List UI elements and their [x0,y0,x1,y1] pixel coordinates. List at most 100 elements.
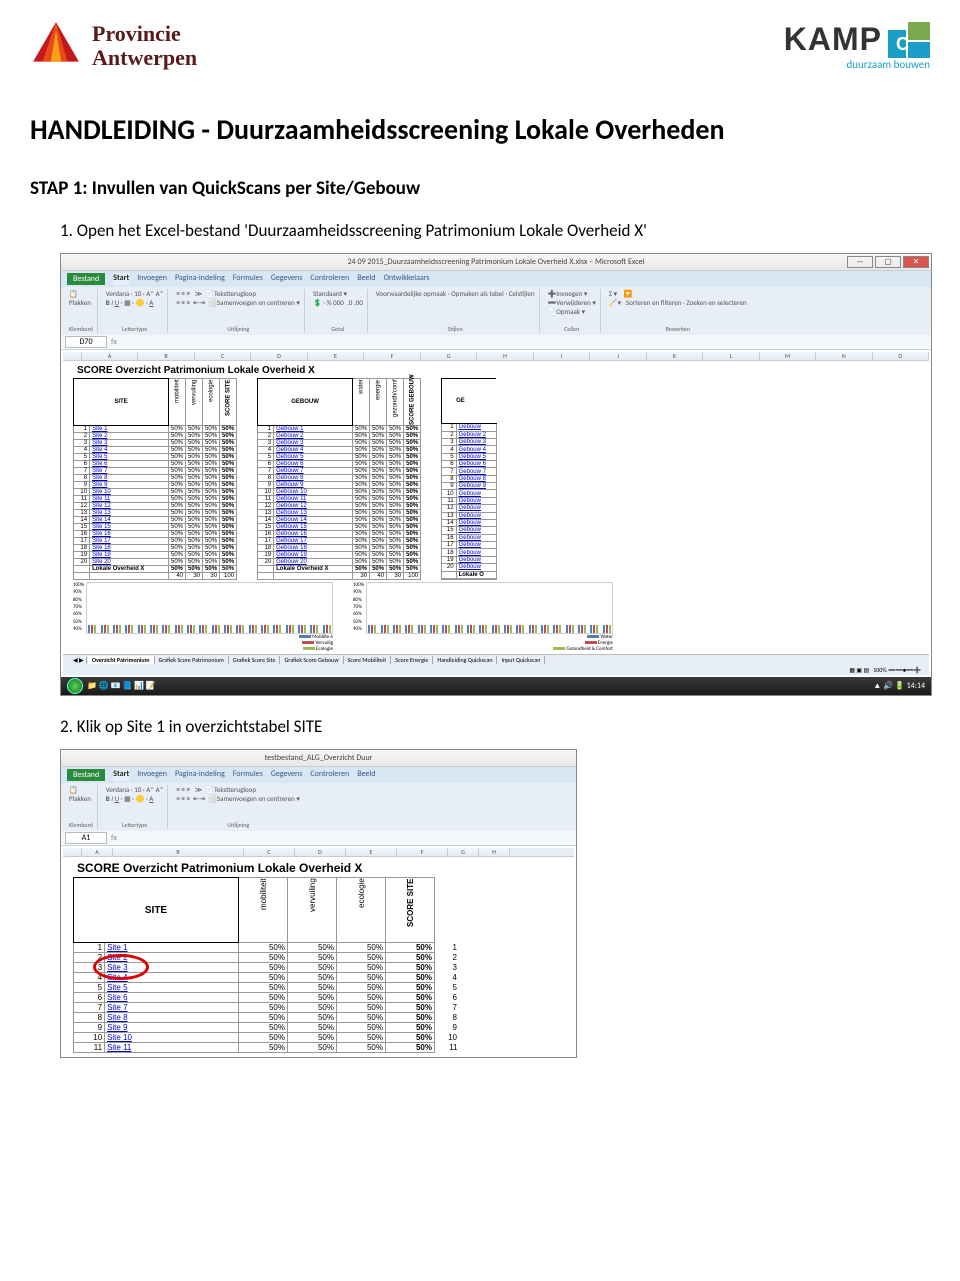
ribbon-tab-start[interactable]: Start [113,273,129,285]
table-row[interactable]: 18Gebouw [442,549,497,556]
ribbon-tabs-2[interactable]: BestandStartInvoegenPagina-indelingFormu… [61,767,577,783]
table-row[interactable]: 11Gebouw [442,497,497,504]
ribbon-group-edit[interactable]: Σ ▾ 🔽🧹▾ Sorteren en filteren · Zoeken en… [605,289,751,333]
table-row[interactable]: 16Gebouw 1650%50%50%50% [258,531,421,538]
worksheet-tab[interactable]: Score Energie [391,656,433,664]
ribbon-tab-formules[interactable]: Formules [233,769,263,781]
ribbon-group-cells[interactable]: ➕Invoegen ▾➖Verwijderen ▾📄Opmaak ▾ Celle… [544,289,601,333]
ribbon-group-clipboard[interactable]: 📋Plakken Klembord [65,289,98,333]
table-row[interactable]: 13Gebouw 1350%50%50%50% [258,510,421,517]
table-row[interactable]: 11Site 1150%50%50%50% [74,496,237,503]
table-row[interactable]: 14Gebouw [442,519,497,526]
table-row[interactable]: 12Gebouw 1250%50%50%50% [258,503,421,510]
minimize-icon[interactable]: — [847,256,873,268]
zoom-indicator[interactable]: ▦ ▣ ▤ 100% ➖━━●━━➕ [849,666,921,674]
table-row[interactable]: 12Site 1250%50%50%50% [74,503,237,510]
windows-taskbar[interactable]: 📁 🌐 📧 📘 📊 📝 ▲ 🔊 🔋 14:14 [61,677,931,695]
table-row[interactable]: 2Gebouw 2 [442,431,497,438]
worksheet-tab[interactable]: Grafiek Score Site [229,656,281,664]
table-row[interactable]: 17Site 1750%50%50%50% [74,538,237,545]
table-row[interactable]: 2Site 250%50%50%50% [74,433,237,440]
table-row[interactable]: 19Site 1950%50%50%50% [74,552,237,559]
ribbon-group-number[interactable]: Standaard ▾💲 · % 000 .0 .00 Getal [309,289,368,333]
table-row[interactable]: 9Gebouw 950%50%50%50% [258,482,421,489]
worksheet-tabs[interactable]: ◀ ▶ │ Overzicht PatrimoniumGrafiek Score… [63,654,929,665]
ribbon-group-font[interactable]: Verdana · 10 · A˄ A˅B I U · ▦ · 🟡 · A Le… [102,289,169,333]
ribbon-tab-controleren[interactable]: Controleren [310,769,349,781]
table-row[interactable]: 7Site 750%50%50%50% [74,468,237,475]
table-row[interactable]: 18Site 1850%50%50%50% [74,545,237,552]
table-row[interactable]: 16Gebouw [442,534,497,541]
worksheet-tab[interactable]: Grafiek Score Gebouw [280,656,343,664]
ribbon-tab-ontwikkelaars[interactable]: Ontwikkelaars [384,273,430,285]
table-row[interactable]: 10Gebouw [442,490,497,497]
table-row[interactable]: 4Site 450%50%50%50% [74,447,237,454]
table-row[interactable]: 11Gebouw 1150%50%50%50% [258,496,421,503]
table-row[interactable]: 6Site 650%50%50%50% [74,461,237,468]
ribbon-tab-bestand[interactable]: Bestand [67,769,105,781]
close-icon[interactable]: ✕ [903,256,929,268]
name-box-2[interactable]: A1 [65,832,107,844]
ribbon-group-align-2[interactable]: ≡ ≡ ≡ ≫ 📄Tekstterugloop≡ ≡ ≡ ⇤⇥ ⬜Samenvo… [172,785,303,829]
ribbon-tab-gegevens[interactable]: Gegevens [271,273,303,285]
table-row[interactable]: 1Site 150%50%50%50% [74,426,237,433]
table-row[interactable]: 9Site 950%50%50%50% [74,482,237,489]
ribbon-group-font-2[interactable]: Verdana · 10 · A˄ A˅B I U · ▦ · 🟡 · A Le… [102,785,169,829]
worksheet-tab[interactable]: Input Quickscan [497,656,545,664]
table-row[interactable]: 10Gebouw 1050%50%50%50% [258,489,421,496]
table-row[interactable]: 6Gebouw 650%50%50%50% [258,461,421,468]
ribbon-tab-bestand[interactable]: Bestand [67,273,105,285]
table-row[interactable]: 13Site 1350%50%50%50% [74,510,237,517]
table-row[interactable]: 5Gebouw 550%50%50%50% [258,454,421,461]
ribbon-tab-invoegen[interactable]: Invoegen [137,273,167,285]
table-row[interactable]: 8Gebouw 8 [442,475,497,482]
ribbon-tab-beeld[interactable]: Beeld [357,769,375,781]
table-row[interactable]: 5Gebouw 5 [442,453,497,460]
ribbon-tab-gegevens[interactable]: Gegevens [271,769,303,781]
table-row[interactable]: 18Gebouw 1850%50%50%50% [258,545,421,552]
table-row[interactable]: 14Gebouw 1450%50%50%50% [258,517,421,524]
table-row[interactable]: 17Gebouw 1750%50%50%50% [258,538,421,545]
table-row[interactable]: 1Gebouw 150%50%50%50% [258,426,421,433]
table-row[interactable]: 19Gebouw 1950%50%50%50% [258,552,421,559]
table-row[interactable]: 8Site 850%50%50%50% [74,475,237,482]
start-orb-icon[interactable] [67,678,83,694]
table-row[interactable]: 6Gebouw 6 [442,461,497,468]
name-box[interactable]: D70 [65,336,107,348]
table-row[interactable]: 3Site 350%50%50%50% [74,440,237,447]
table-row[interactable]: 13Gebouw [442,512,497,519]
ribbon-tab-beeld[interactable]: Beeld [357,273,375,285]
table-row[interactable]: 4Gebouw 450%50%50%50% [258,447,421,454]
table-row[interactable]: 11Site 1150%50%50%50%11 [74,1043,460,1053]
table-row[interactable]: 4Gebouw 4 [442,446,497,453]
table-row[interactable]: 15Gebouw [442,527,497,534]
table-row[interactable]: 15Site 1550%50%50%50% [74,524,237,531]
table-row[interactable]: 5Site 550%50%50%50% [74,454,237,461]
ribbon-tab-pagina-indeling[interactable]: Pagina-indeling [175,273,225,285]
maximize-icon[interactable]: ▢ [875,256,901,268]
table-row[interactable]: 14Site 1450%50%50%50% [74,517,237,524]
table-row[interactable]: 20Gebouw [442,564,497,572]
table-row[interactable]: 6Site 650%50%50%50%6 [74,993,460,1003]
worksheet-tab[interactable]: Handleiding Quickscan [433,656,497,664]
worksheet-tab[interactable]: Overzicht Patrimonium [88,656,155,664]
table-row[interactable]: 16Site 1650%50%50%50% [74,531,237,538]
ribbon-tab-formules[interactable]: Formules [233,273,263,285]
table-row[interactable]: 12Gebouw [442,505,497,512]
gebouw-table[interactable]: GEBOUW water energie gezondh/comf SCORE … [257,378,421,580]
table-row[interactable]: 5Site 550%50%50%50%5 [74,983,460,993]
table-row[interactable]: 3Gebouw 350%50%50%50% [258,440,421,447]
table-row[interactable]: 9Site 950%50%50%50%9 [74,1023,460,1033]
table-row[interactable]: 7Site 750%50%50%50%7 [74,1003,460,1013]
ribbon-tab-invoegen[interactable]: Invoegen [137,769,167,781]
ribbon-group-align[interactable]: ≡ ≡ ≡ ≫ 📄Tekstterugloop≡ ≡ ≡ ⇤⇥ ⬜Samenvo… [172,289,304,333]
ribbon-tab-pagina-indeling[interactable]: Pagina-indeling [175,769,225,781]
ribbon-tab-controleren[interactable]: Controleren [310,273,349,285]
ribbon-group-clipboard-2[interactable]: 📋Plakken Klembord [65,785,98,829]
formula-bar[interactable]: D70 fx [61,335,931,350]
table-row[interactable]: 1Gebouw [442,424,497,431]
table-row[interactable]: 3Gebouw 3 [442,438,497,445]
table-row[interactable]: 9Gebouw 9 [442,483,497,490]
table-row[interactable]: 7Gebouw 7 [442,468,497,475]
worksheet[interactable]: ABCDEFGHIJKLMNO SCORE Overzicht Patrimon… [61,350,931,677]
